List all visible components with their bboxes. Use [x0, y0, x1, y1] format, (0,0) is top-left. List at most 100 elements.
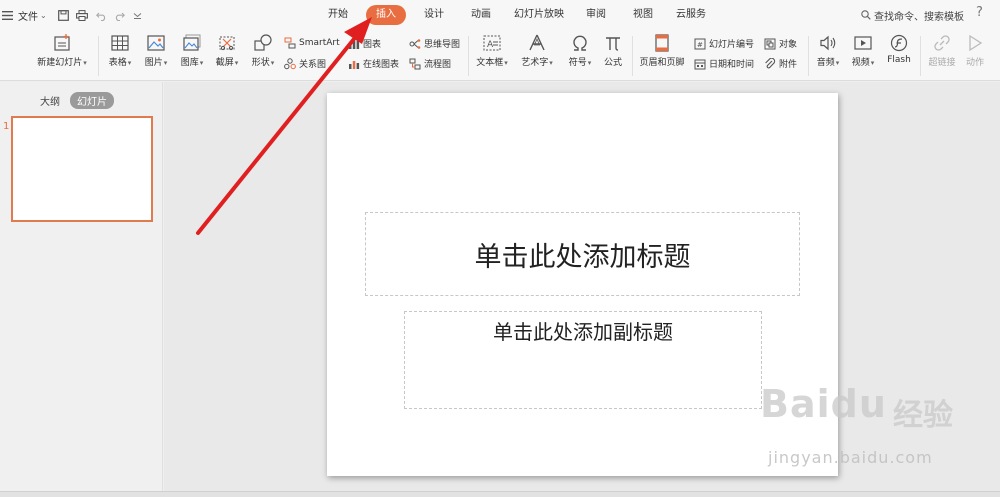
flash-label: Flash: [887, 55, 911, 65]
insert-ribbon: 新建幻灯片▾ 表格▾ 图片▾ 图库▾ 截屏▾ 形状▾ SmartArt 关系图 …: [0, 31, 1000, 81]
hyperlink-label: 超链接: [928, 58, 956, 68]
tab-animation[interactable]: 动画: [471, 5, 491, 25]
subtitle-placeholder[interactable]: 单击此处添加副标题: [404, 311, 762, 409]
smartart-label: SmartArt: [299, 38, 340, 48]
chart-button[interactable]: 图表: [348, 37, 381, 50]
gallery-label: 图库: [180, 58, 199, 68]
tab-home[interactable]: 开始: [328, 5, 348, 25]
tab-insert[interactable]: 插入: [366, 5, 406, 25]
screenshot-label: 截屏: [215, 58, 234, 68]
redo-icon[interactable]: [113, 9, 127, 23]
shape-button[interactable]: 形状▾: [247, 34, 279, 68]
object-label: 对象: [779, 40, 798, 50]
object-icon: [764, 38, 776, 49]
smartart-button[interactable]: SmartArt: [284, 37, 340, 49]
ribbon-divider: [632, 36, 633, 76]
file-menu[interactable]: 文件: [18, 8, 38, 23]
flowchart-icon: [409, 58, 421, 69]
picture-button[interactable]: 图片▾: [140, 34, 172, 68]
screenshot-icon: [219, 36, 235, 51]
flowchart-button[interactable]: 流程图: [409, 57, 451, 70]
wordart-button[interactable]: 艺术字▾: [517, 34, 557, 68]
gallery-icon: [183, 34, 201, 51]
ribbon-divider: [920, 36, 921, 76]
audio-label: 音频: [816, 58, 835, 68]
help-icon[interactable]: ?: [976, 5, 983, 20]
link-icon: [934, 35, 950, 51]
tab-design[interactable]: 设计: [424, 5, 444, 25]
wordart-label: 艺术字: [521, 58, 549, 68]
pi-icon: [606, 37, 620, 51]
action-button[interactable]: 动作: [962, 34, 988, 68]
textbox-icon: A: [483, 35, 501, 51]
tab-view[interactable]: 视图: [633, 5, 653, 25]
gallery-button[interactable]: 图库▾: [176, 34, 208, 68]
slide-number-button[interactable]: # 幻灯片编号: [694, 37, 754, 50]
print-icon[interactable]: [75, 9, 89, 23]
online-chart-label: 在线图表: [363, 60, 400, 70]
relation-chart-button[interactable]: 关系图: [284, 57, 326, 70]
header-footer-icon: [655, 34, 669, 52]
attachment-button[interactable]: 附件: [764, 57, 797, 70]
title-placeholder[interactable]: 单击此处添加标题: [365, 212, 800, 296]
tab-slideshow[interactable]: 幻灯片放映: [514, 5, 564, 25]
slide-thumbnail[interactable]: [11, 116, 153, 222]
textbox-button[interactable]: A 文本框▾: [473, 34, 511, 68]
watermark-url: jingyan.baidu.com: [768, 448, 933, 467]
tab-cloud[interactable]: 云服务: [676, 5, 706, 25]
slide-number-icon: #: [694, 38, 706, 49]
command-search[interactable]: 查找命令、搜索模板: [861, 5, 964, 25]
undo-icon[interactable]: [95, 9, 109, 23]
save-icon[interactable]: [57, 9, 71, 23]
search-icon: [861, 10, 871, 20]
play-icon: [969, 34, 983, 52]
screenshot-button[interactable]: 截屏▾: [211, 34, 243, 68]
tab-review[interactable]: 审阅: [586, 5, 606, 25]
tab-outline[interactable]: 大纲: [40, 93, 60, 108]
audio-button[interactable]: 音频▾: [813, 34, 843, 68]
table-icon: [111, 35, 129, 51]
ribbon-divider: [468, 36, 469, 76]
flowchart-label: 流程图: [424, 60, 452, 70]
chart-label: 图表: [363, 40, 382, 50]
status-bar: [0, 491, 1000, 497]
menu-bar: 文件 ⌄ 开始 插入 设计 动画 幻灯片放映 审阅 视图 云服务 查找命令、搜索…: [0, 0, 1000, 31]
paperclip-icon: [765, 57, 776, 68]
ribbon-divider: [98, 36, 99, 76]
menu-left: 文件 ⌄: [0, 0, 145, 31]
chevron-down-icon[interactable]: ⌄: [40, 11, 47, 20]
flash-button[interactable]: Flash: [884, 34, 914, 65]
customize-toolbar-icon[interactable]: [131, 9, 145, 23]
shape-icon: [254, 34, 272, 51]
calendar-icon: [694, 59, 706, 69]
tab-slides[interactable]: 幻灯片: [70, 92, 114, 109]
datetime-button[interactable]: 日期和时间: [694, 57, 754, 70]
symbol-button[interactable]: 符号▾: [564, 34, 596, 68]
smartart-icon: [284, 37, 296, 49]
header-footer-button[interactable]: 页眉和页脚: [637, 34, 687, 68]
picture-icon: [147, 35, 165, 51]
new-slide-button[interactable]: 新建幻灯片▾: [32, 34, 92, 68]
relation-chart-label: 关系图: [299, 60, 327, 70]
object-button[interactable]: 对象: [764, 37, 797, 50]
svg-text:A: A: [487, 40, 494, 50]
subtitle-placeholder-text: 单击此处添加副标题: [493, 320, 673, 344]
mindmap-button[interactable]: 思维导图: [409, 37, 460, 50]
shape-label: 形状: [251, 58, 270, 68]
mindmap-label: 思维导图: [424, 40, 461, 50]
video-label: 视频: [851, 58, 870, 68]
datetime-label: 日期和时间: [709, 60, 755, 70]
online-chart-button[interactable]: 在线图表: [348, 57, 399, 70]
chart-icon: [349, 38, 360, 49]
formula-button[interactable]: 公式: [600, 34, 626, 68]
video-button[interactable]: 视频▾: [848, 34, 878, 68]
pane-tabs: 大纲 幻灯片: [40, 92, 114, 109]
speaker-icon: [820, 35, 836, 51]
table-button[interactable]: 表格▾: [104, 34, 136, 68]
textbox-label: 文本框: [476, 58, 504, 68]
title-placeholder-text: 单击此处添加标题: [474, 241, 691, 273]
hamburger-icon[interactable]: [0, 9, 14, 23]
search-label: 查找命令、搜索模板: [874, 11, 964, 23]
svg-text:#: #: [697, 41, 703, 49]
hyperlink-button[interactable]: 超链接: [925, 34, 959, 68]
